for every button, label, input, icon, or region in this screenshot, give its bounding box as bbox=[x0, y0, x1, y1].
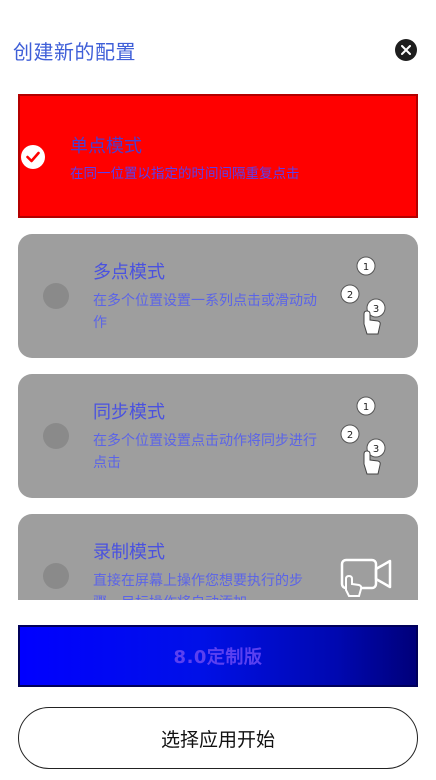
version-banner: 8.0定制版 bbox=[18, 625, 418, 687]
tap-step-label: 2 bbox=[347, 430, 353, 441]
mode-description: 在多个位置设置点击动作将同步进行点击 bbox=[93, 433, 317, 471]
tap-step-label: 3 bbox=[373, 304, 379, 315]
tap-step-label: 1 bbox=[363, 262, 369, 273]
mode-name: 同步模式 bbox=[93, 402, 165, 423]
mode-card-record[interactable]: 录制模式 直接在屏幕上操作您想要执行的步骤，目标操作将自动添加 bbox=[18, 514, 418, 600]
mode-card-single[interactable]: 单点模式 在同一位置以指定的时间间隔重复点击 bbox=[18, 94, 418, 218]
close-icon bbox=[401, 45, 411, 55]
radio-unchecked-icon bbox=[43, 283, 69, 309]
mode-card-sync[interactable]: 同步模式 在多个位置设置点击动作将同步进行点击 1 2 3 bbox=[18, 374, 418, 498]
mode-name: 多点模式 bbox=[93, 262, 165, 283]
video-record-icon bbox=[340, 558, 392, 597]
multi-tap-icon: 1 2 3 bbox=[340, 256, 386, 335]
mode-card-multi[interactable]: 多点模式 在多个位置设置一系列点击或滑动动作 1 2 3 bbox=[18, 234, 418, 358]
mode-description: 在同一位置以指定的时间间隔重复点击 bbox=[70, 166, 300, 182]
page-title: 创建新的配置 bbox=[13, 40, 136, 64]
checked-icon bbox=[21, 145, 45, 169]
radio-unchecked-icon bbox=[43, 423, 69, 449]
mode-description: 在多个位置设置一系列点击或滑动动作 bbox=[93, 293, 317, 331]
close-button[interactable] bbox=[395, 39, 417, 61]
mode-name: 录制模式 bbox=[93, 542, 165, 563]
tap-step-label: 2 bbox=[347, 290, 353, 301]
mode-description: 直接在屏幕上操作您想要执行的步骤，目标操作将自动添加 bbox=[93, 573, 303, 600]
tap-step-label: 1 bbox=[363, 402, 369, 413]
version-label: 8.0定制版 bbox=[173, 647, 263, 668]
radio-unchecked-icon bbox=[43, 563, 69, 589]
mode-list: 单点模式 在同一位置以指定的时间间隔重复点击 多点模式 在多个位置设置一系列点击… bbox=[0, 94, 436, 600]
tap-step-label: 3 bbox=[373, 444, 379, 455]
select-app-start-button[interactable]: 选择应用开始 bbox=[18, 707, 418, 769]
mode-name: 单点模式 bbox=[70, 136, 142, 157]
sync-tap-icon: 1 2 3 bbox=[340, 396, 386, 475]
